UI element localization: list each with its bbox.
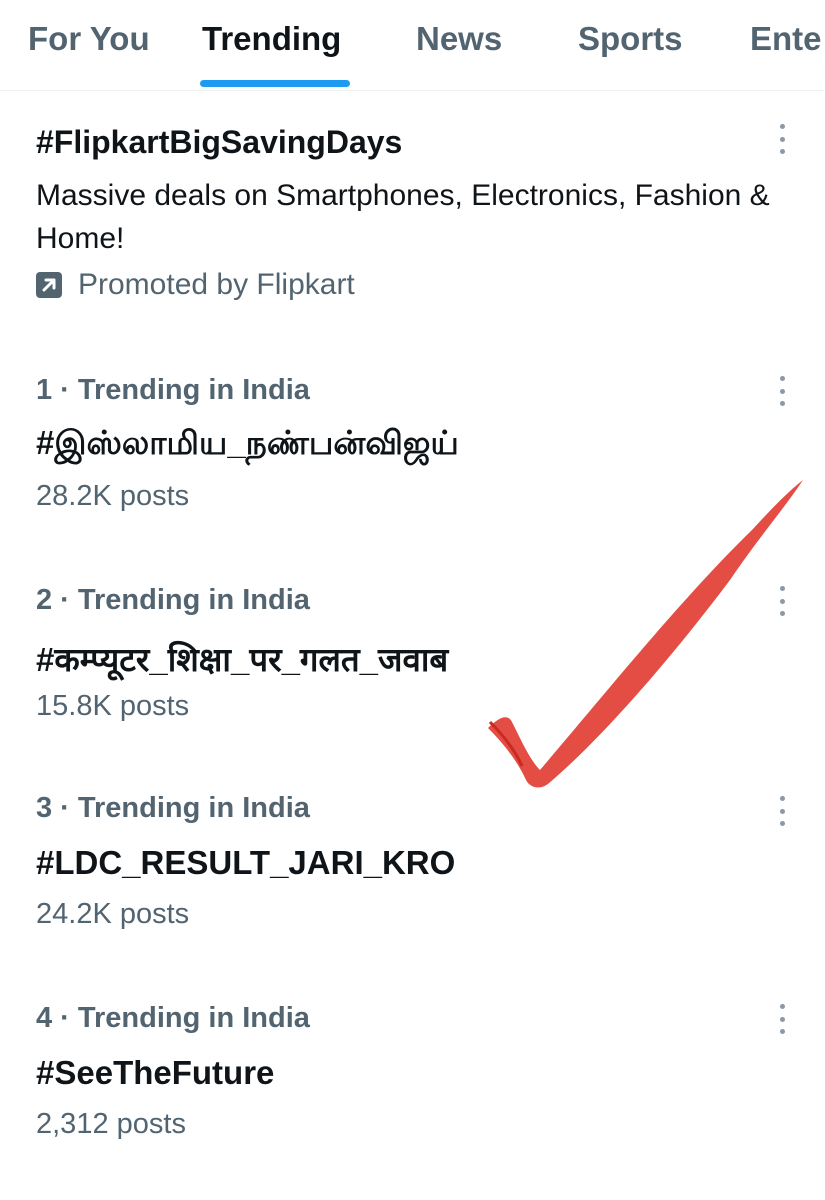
red-checkmark-icon	[488, 480, 803, 788]
